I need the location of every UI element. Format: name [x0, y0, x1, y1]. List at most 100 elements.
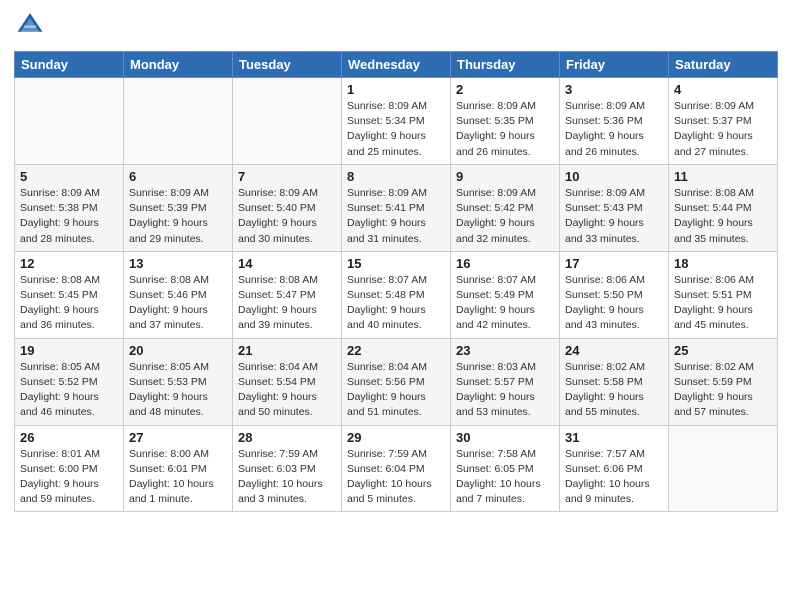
day-info: Sunrise: 8:09 AM Sunset: 5:38 PM Dayligh… — [20, 186, 118, 247]
day-info: Sunrise: 8:09 AM Sunset: 5:35 PM Dayligh… — [456, 99, 554, 160]
day-info: Sunrise: 8:06 AM Sunset: 5:50 PM Dayligh… — [565, 273, 663, 334]
weekday-header-row: SundayMondayTuesdayWednesdayThursdayFrid… — [15, 52, 778, 78]
calendar-cell: 10 Sunrise: 8:09 AM Sunset: 5:43 PM Dayli… — [560, 164, 669, 251]
day-number: 11 — [674, 169, 772, 184]
day-number: 5 — [20, 169, 118, 184]
weekday-tuesday: Tuesday — [233, 52, 342, 78]
weekday-friday: Friday — [560, 52, 669, 78]
calendar-cell: 31 Sunrise: 7:57 AM Sunset: 6:06 PM Dayli… — [560, 425, 669, 512]
day-number: 19 — [20, 343, 118, 358]
calendar-table: SundayMondayTuesdayWednesdayThursdayFrid… — [14, 51, 778, 512]
day-number: 14 — [238, 256, 336, 271]
calendar-cell: 14 Sunrise: 8:08 AM Sunset: 5:47 PM Dayli… — [233, 251, 342, 338]
day-number: 10 — [565, 169, 663, 184]
calendar-cell: 25 Sunrise: 8:02 AM Sunset: 5:59 PM Dayli… — [669, 338, 778, 425]
calendar-cell: 26 Sunrise: 8:01 AM Sunset: 6:00 PM Dayli… — [15, 425, 124, 512]
calendar-week-row: 26 Sunrise: 8:01 AM Sunset: 6:00 PM Dayli… — [15, 425, 778, 512]
calendar-cell: 22Sunrise: 8:04 AM Sunset: 5:56 PM Dayli… — [342, 338, 451, 425]
calendar-cell — [15, 78, 124, 165]
day-info: Sunrise: 8:09 AM Sunset: 5:40 PM Dayligh… — [238, 186, 336, 247]
calendar-cell: 2 Sunrise: 8:09 AM Sunset: 5:35 PM Daylig… — [451, 78, 560, 165]
day-info: Sunrise: 8:02 AM Sunset: 5:59 PM Dayligh… — [674, 360, 772, 421]
calendar-cell: 7 Sunrise: 8:09 AM Sunset: 5:40 PM Daylig… — [233, 164, 342, 251]
day-info: Sunrise: 8:05 AM Sunset: 5:52 PM Dayligh… — [20, 360, 118, 421]
calendar-cell: 29 Sunrise: 7:59 AM Sunset: 6:04 PM Dayli… — [342, 425, 451, 512]
calendar-cell: 11 Sunrise: 8:08 AM Sunset: 5:44 PM Dayli… — [669, 164, 778, 251]
day-number: 23 — [456, 343, 554, 358]
day-info: Sunrise: 8:09 AM Sunset: 5:42 PM Dayligh… — [456, 186, 554, 247]
day-number: 9 — [456, 169, 554, 184]
calendar-cell: 8 Sunrise: 8:09 AM Sunset: 5:41 PM Daylig… — [342, 164, 451, 251]
day-info: Sunrise: 8:08 AM Sunset: 5:47 PM Dayligh… — [238, 273, 336, 334]
calendar-cell: 18 Sunrise: 8:06 AM Sunset: 5:51 PM Dayli… — [669, 251, 778, 338]
calendar-cell: 24 Sunrise: 8:02 AM Sunset: 5:58 PM Dayli… — [560, 338, 669, 425]
day-info: Sunrise: 8:00 AM Sunset: 6:01 PM Dayligh… — [129, 447, 227, 508]
calendar-cell: 12 Sunrise: 8:08 AM Sunset: 5:45 PM Dayli… — [15, 251, 124, 338]
calendar-cell: 1Sunrise: 8:09 AM Sunset: 5:34 PM Daylig… — [342, 78, 451, 165]
day-number: 2 — [456, 82, 554, 97]
day-info: Sunrise: 8:09 AM Sunset: 5:36 PM Dayligh… — [565, 99, 663, 160]
calendar-week-row: 12 Sunrise: 8:08 AM Sunset: 5:45 PM Dayli… — [15, 251, 778, 338]
day-info: Sunrise: 8:09 AM Sunset: 5:37 PM Dayligh… — [674, 99, 772, 160]
weekday-saturday: Saturday — [669, 52, 778, 78]
day-info: Sunrise: 7:58 AM Sunset: 6:05 PM Dayligh… — [456, 447, 554, 508]
day-number: 21 — [238, 343, 336, 358]
calendar-cell — [124, 78, 233, 165]
weekday-thursday: Thursday — [451, 52, 560, 78]
calendar-cell: 16 Sunrise: 8:07 AM Sunset: 5:49 PM Dayli… — [451, 251, 560, 338]
day-info: Sunrise: 8:02 AM Sunset: 5:58 PM Dayligh… — [565, 360, 663, 421]
calendar-cell: 17 Sunrise: 8:06 AM Sunset: 5:50 PM Dayli… — [560, 251, 669, 338]
day-number: 20 — [129, 343, 227, 358]
logo — [14, 10, 44, 43]
day-number: 18 — [674, 256, 772, 271]
day-number: 8 — [347, 169, 445, 184]
calendar-cell: 23 Sunrise: 8:03 AM Sunset: 5:57 PM Dayli… — [451, 338, 560, 425]
calendar-cell: 15Sunrise: 8:07 AM Sunset: 5:48 PM Dayli… — [342, 251, 451, 338]
day-number: 28 — [238, 430, 336, 445]
weekday-monday: Monday — [124, 52, 233, 78]
day-number: 12 — [20, 256, 118, 271]
day-info: Sunrise: 8:09 AM Sunset: 5:43 PM Dayligh… — [565, 186, 663, 247]
calendar-cell: 28Sunrise: 7:59 AM Sunset: 6:03 PM Dayli… — [233, 425, 342, 512]
day-info: Sunrise: 8:07 AM Sunset: 5:49 PM Dayligh… — [456, 273, 554, 334]
calendar-cell: 27 Sunrise: 8:00 AM Sunset: 6:01 PM Dayli… — [124, 425, 233, 512]
day-number: 25 — [674, 343, 772, 358]
day-number: 31 — [565, 430, 663, 445]
calendar-cell: 9 Sunrise: 8:09 AM Sunset: 5:42 PM Daylig… — [451, 164, 560, 251]
day-number: 24 — [565, 343, 663, 358]
day-info: Sunrise: 8:05 AM Sunset: 5:53 PM Dayligh… — [129, 360, 227, 421]
day-number: 7 — [238, 169, 336, 184]
day-info: Sunrise: 8:08 AM Sunset: 5:45 PM Dayligh… — [20, 273, 118, 334]
day-number: 17 — [565, 256, 663, 271]
day-number: 3 — [565, 82, 663, 97]
day-number: 4 — [674, 82, 772, 97]
day-info: Sunrise: 8:01 AM Sunset: 6:00 PM Dayligh… — [20, 447, 118, 508]
day-info: Sunrise: 8:09 AM Sunset: 5:41 PM Dayligh… — [347, 186, 445, 247]
day-number: 30 — [456, 430, 554, 445]
day-number: 27 — [129, 430, 227, 445]
day-info: Sunrise: 7:57 AM Sunset: 6:06 PM Dayligh… — [565, 447, 663, 508]
day-info: Sunrise: 7:59 AM Sunset: 6:04 PM Dayligh… — [347, 447, 445, 508]
page: SundayMondayTuesdayWednesdayThursdayFrid… — [0, 0, 792, 526]
day-info: Sunrise: 8:03 AM Sunset: 5:57 PM Dayligh… — [456, 360, 554, 421]
day-info: Sunrise: 8:08 AM Sunset: 5:44 PM Dayligh… — [674, 186, 772, 247]
day-info: Sunrise: 8:09 AM Sunset: 5:34 PM Dayligh… — [347, 99, 445, 160]
calendar-cell: 21 Sunrise: 8:04 AM Sunset: 5:54 PM Dayli… — [233, 338, 342, 425]
calendar-cell — [669, 425, 778, 512]
day-number: 6 — [129, 169, 227, 184]
calendar-cell: 3 Sunrise: 8:09 AM Sunset: 5:36 PM Daylig… — [560, 78, 669, 165]
day-number: 29 — [347, 430, 445, 445]
logo-icon — [16, 10, 44, 38]
calendar-cell: 30 Sunrise: 7:58 AM Sunset: 6:05 PM Dayli… — [451, 425, 560, 512]
calendar-cell: 19 Sunrise: 8:05 AM Sunset: 5:52 PM Dayli… — [15, 338, 124, 425]
calendar-week-row: 1Sunrise: 8:09 AM Sunset: 5:34 PM Daylig… — [15, 78, 778, 165]
day-info: Sunrise: 8:07 AM Sunset: 5:48 PM Dayligh… — [347, 273, 445, 334]
day-number: 26 — [20, 430, 118, 445]
day-info: Sunrise: 8:08 AM Sunset: 5:46 PM Dayligh… — [129, 273, 227, 334]
day-info: Sunrise: 8:04 AM Sunset: 5:54 PM Dayligh… — [238, 360, 336, 421]
weekday-sunday: Sunday — [15, 52, 124, 78]
calendar-cell: 5 Sunrise: 8:09 AM Sunset: 5:38 PM Daylig… — [15, 164, 124, 251]
day-number: 16 — [456, 256, 554, 271]
day-info: Sunrise: 8:06 AM Sunset: 5:51 PM Dayligh… — [674, 273, 772, 334]
calendar-cell: 13Sunrise: 8:08 AM Sunset: 5:46 PM Dayli… — [124, 251, 233, 338]
